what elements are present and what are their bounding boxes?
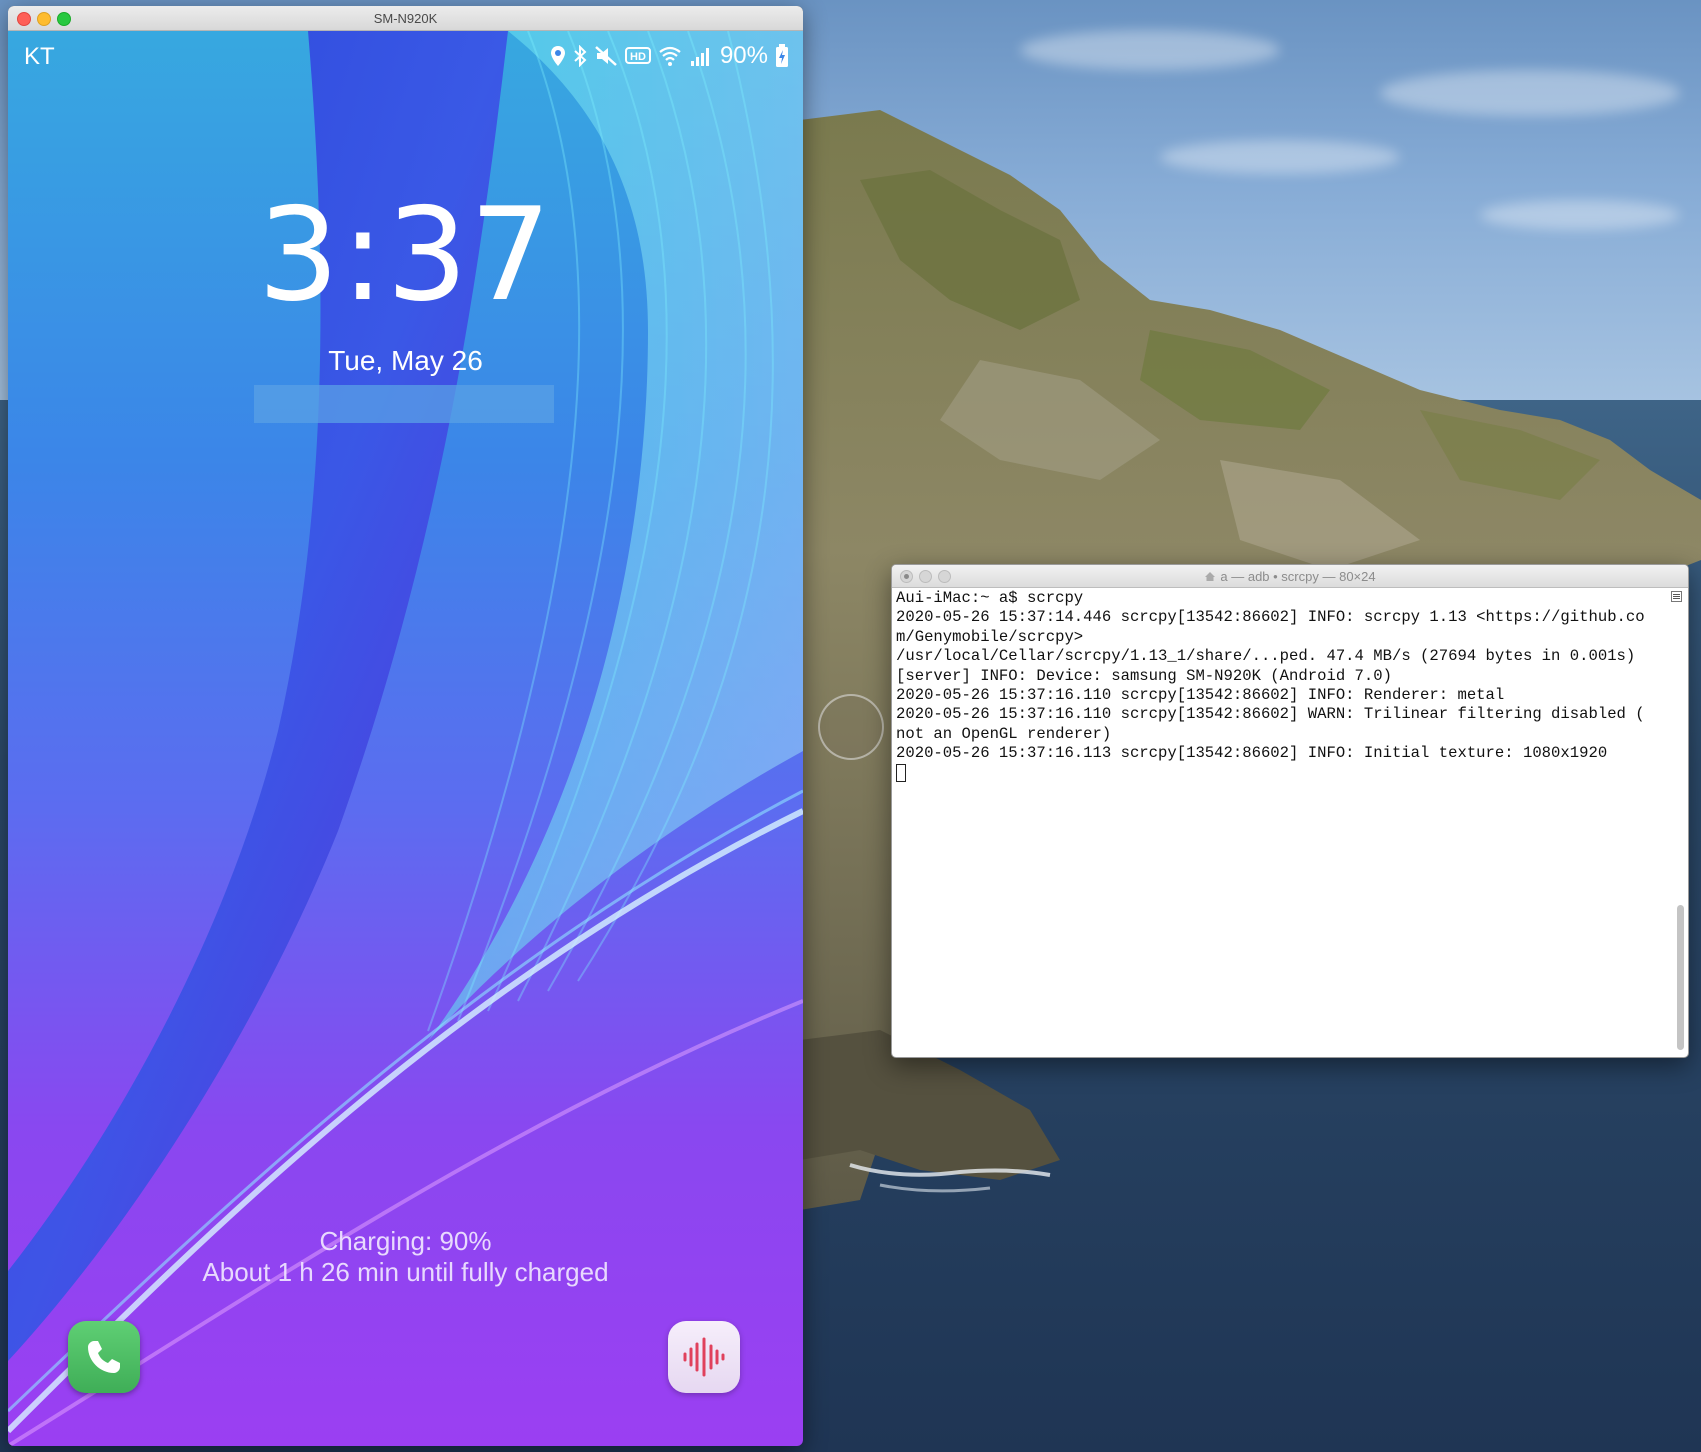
home-icon: [1205, 572, 1216, 581]
terminal-titlebar[interactable]: a — adb • scrcpy — 80×24: [892, 565, 1688, 588]
terminal-output[interactable]: Aui-iMac:~ a$ scrcpy 2020-05-26 15:37:14.…: [896, 589, 1666, 1057]
phone-window-titlebar[interactable]: SM-N920K: [8, 6, 803, 31]
terminal-line: 2020-05-26 15:37:14.446 scrcpy[13542:866…: [896, 608, 1645, 627]
info-placeholder-bar: [254, 385, 554, 423]
hd-icon: HD: [624, 47, 651, 64]
terminal-line: 2020-05-26 15:37:16.110 scrcpy[13542:866…: [896, 705, 1645, 724]
mute-icon: [595, 46, 617, 66]
carrier-label: KT: [24, 43, 55, 70]
terminal-scrollbar[interactable]: [1677, 905, 1684, 1050]
terminal-window[interactable]: a — adb • scrcpy — 80×24 Aui-iMac:~ a$ s…: [891, 564, 1689, 1058]
battery-percent: 90%: [719, 42, 768, 69]
terminal-line: Aui-iMac:~ a$ scrcpy: [896, 589, 1084, 607]
terminal-line: not an OpenGL renderer): [896, 724, 1112, 743]
wifi-icon: [659, 46, 681, 66]
terminal-line: [server] INFO: Device: samsung SM-N920K …: [896, 666, 1392, 685]
pointer-ring: [818, 694, 884, 760]
phone-window-title: SM-N920K: [373, 11, 438, 26]
lock-screen-clock: 3:37: [257, 181, 554, 330]
signal-icon: [690, 48, 709, 66]
terminal-line: /usr/local/Cellar/scrcpy/1.13_1/share/..…: [896, 647, 1636, 666]
voice-recorder-icon: [683, 1337, 725, 1377]
terminal-line: m/Genymobile/scrcpy>: [896, 627, 1084, 646]
bluetooth-icon: [574, 45, 587, 67]
location-icon: [550, 46, 565, 66]
charging-status: Charging: 90%: [319, 1226, 492, 1256]
terminal-line: 2020-05-26 15:37:16.110 scrcpy[13542:866…: [896, 686, 1505, 705]
terminal-title: a — adb • scrcpy — 80×24: [1220, 569, 1376, 584]
scrcpy-phone-window[interactable]: SM-N920K KT HD 90% 3:37 Tue, May 26 Char…: [8, 6, 803, 1446]
voice-recorder-shortcut-button[interactable]: [668, 1321, 740, 1393]
scroll-marker-icon[interactable]: [1671, 591, 1682, 602]
phone-shortcut-button[interactable]: [68, 1321, 140, 1393]
battery-charging-icon: [776, 44, 788, 67]
svg-text:HD: HD: [630, 51, 646, 63]
charging-estimate: About 1 h 26 min until fully charged: [202, 1257, 609, 1287]
android-lock-screen[interactable]: KT HD 90% 3:37 Tue, May 26 Charging: 90%…: [8, 31, 803, 1446]
status-bar: KT HD 90%: [8, 31, 803, 83]
lock-screen-date: Tue, May 26: [328, 345, 483, 376]
terminal-cursor: [896, 763, 906, 782]
terminal-line: 2020-05-26 15:37:16.113 scrcpy[13542:866…: [896, 744, 1608, 763]
phone-icon: [88, 1341, 120, 1373]
